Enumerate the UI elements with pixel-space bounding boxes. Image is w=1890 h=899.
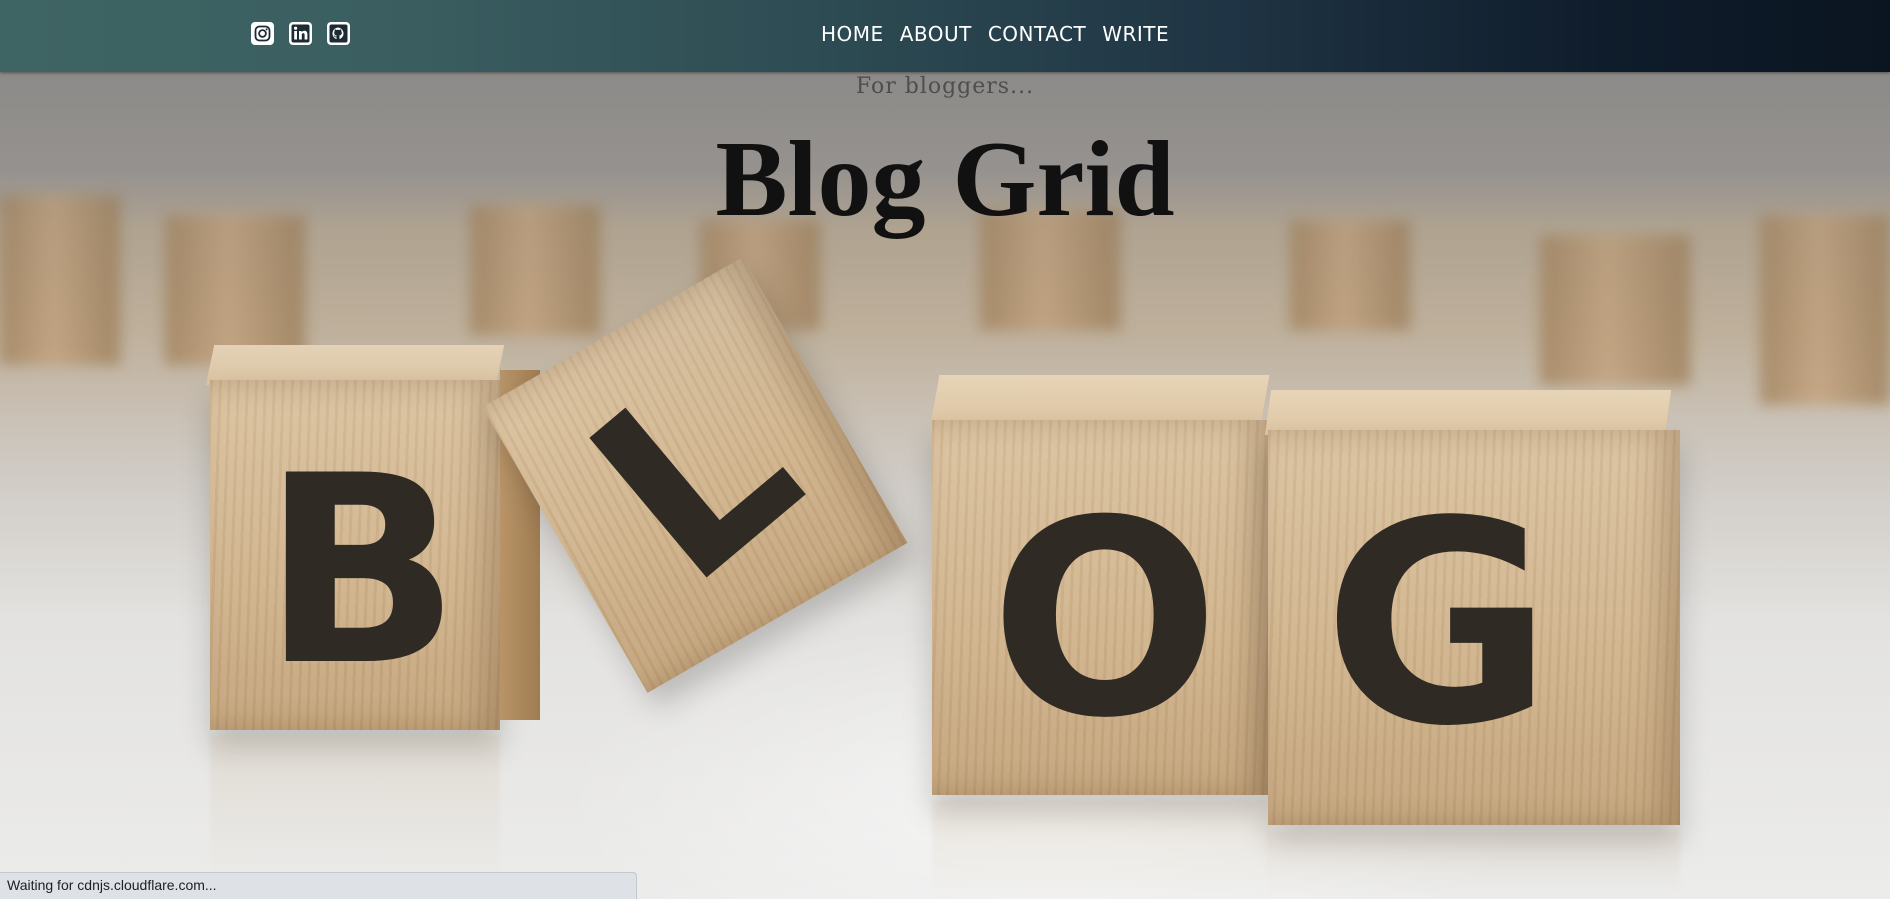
main-nav: HOME ABOUT CONTACT WRITE xyxy=(821,21,1169,47)
nav-home-link[interactable]: HOME xyxy=(821,21,884,47)
browser-status-bar: Waiting for cdnjs.cloudflare.com... xyxy=(0,872,637,899)
hero-title: Blog Grid xyxy=(715,120,1175,239)
hero-tagline: For bloggers... xyxy=(855,74,1035,99)
nav-about-link[interactable]: ABOUT xyxy=(900,21,972,47)
nav-contact-link[interactable]: CONTACT xyxy=(988,21,1086,47)
social-links xyxy=(251,22,350,45)
linkedin-icon[interactable] xyxy=(289,22,312,45)
page: B L O G xyxy=(0,0,1890,899)
top-navbar: HOME ABOUT CONTACT WRITE xyxy=(0,0,1890,72)
instagram-icon[interactable] xyxy=(251,22,274,45)
github-icon[interactable] xyxy=(327,22,350,45)
nav-write-link[interactable]: WRITE xyxy=(1102,21,1169,47)
